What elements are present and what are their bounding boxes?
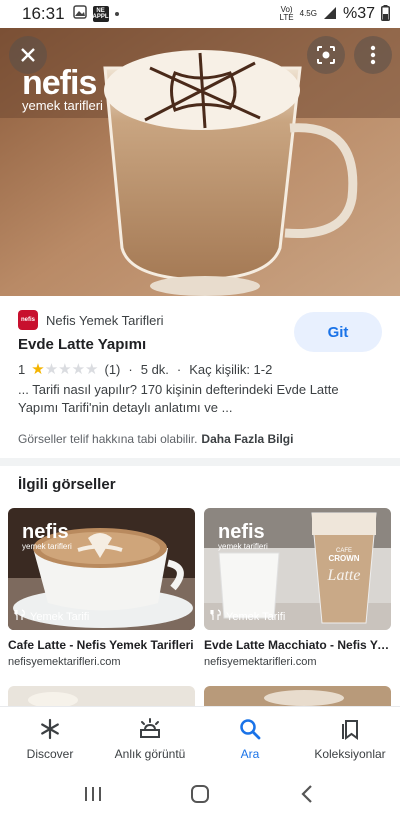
cup-label-script: Latte bbox=[327, 567, 361, 584]
related-image[interactable]: nefis yemek tarifleri Yemek Tarifi bbox=[8, 508, 195, 630]
cup-label-mid: CROWN bbox=[328, 554, 359, 563]
nav-discover[interactable]: Discover bbox=[0, 707, 100, 770]
status-right: Vo) LTE 4.5G %37 bbox=[279, 4, 390, 24]
result-description: ... Tarifi nasıl yapılır? 170 kişinin de… bbox=[18, 382, 339, 415]
network-type: 4.5G bbox=[299, 9, 317, 18]
lens-button[interactable] bbox=[307, 36, 345, 74]
close-button[interactable] bbox=[9, 36, 47, 74]
home-button[interactable] bbox=[180, 776, 220, 816]
visit-button[interactable]: Git bbox=[294, 312, 382, 352]
servings: Kaç kişilik: 1-2 bbox=[189, 362, 273, 377]
collections-icon bbox=[338, 717, 362, 741]
related-image[interactable]: CAFE CROWN Latte nefis yemek tarifleri Y… bbox=[204, 508, 391, 630]
hero-watermark: nefis yemek tarifleri bbox=[22, 64, 103, 113]
dot-icon bbox=[114, 12, 119, 16]
star-icon: ★ bbox=[31, 360, 45, 378]
battery-icon bbox=[381, 4, 390, 24]
signal-icon bbox=[323, 6, 337, 23]
section-divider bbox=[0, 458, 400, 466]
result-meta: 1 ★ ★ ★ ★ ★ (1) · 5 dk. · Kaç kişilik: 1… bbox=[18, 360, 273, 378]
card-watermark: nefis yemek tarifleri bbox=[218, 521, 268, 551]
star-icon: ★ bbox=[58, 360, 72, 378]
related-title: İlgili görseller bbox=[18, 476, 116, 493]
separator: · bbox=[128, 362, 133, 377]
nav-collections[interactable]: Koleksiyonlar bbox=[300, 707, 400, 770]
back-icon bbox=[301, 784, 313, 809]
status-time: 16:31 bbox=[22, 4, 65, 23]
nav-snapshot[interactable]: Anlık görüntü bbox=[100, 707, 200, 770]
gallery-icon bbox=[72, 4, 87, 24]
source-name[interactable]: Nefis Yemek Tarifleri bbox=[46, 313, 164, 328]
related-image-partial[interactable] bbox=[204, 686, 391, 706]
recent-apps-icon bbox=[84, 786, 102, 807]
rating-count: (1) bbox=[104, 362, 121, 377]
rating-value: 1 bbox=[18, 362, 26, 377]
rating-stars: ★ ★ ★ ★ ★ bbox=[31, 360, 99, 378]
related-card[interactable]: CAFE CROWN Latte nefis yemek tarifleri Y… bbox=[204, 508, 391, 668]
related-title-text[interactable]: Cafe Latte - Nefis Yemek Tarifleri bbox=[8, 638, 195, 652]
nav-search[interactable]: Ara bbox=[200, 707, 300, 770]
home-icon bbox=[190, 784, 210, 809]
app-badge-icon: NE APPL bbox=[92, 6, 109, 22]
related-image-partial[interactable] bbox=[8, 686, 195, 706]
asterisk-icon bbox=[38, 717, 62, 741]
bottom-navigation: Discover Anlık görüntü Ara Koleksiyonlar bbox=[0, 706, 400, 770]
search-icon bbox=[238, 717, 262, 741]
card-tag: Yemek Tarifi bbox=[14, 609, 89, 624]
duration: 5 dk. bbox=[140, 362, 169, 377]
source-row[interactable]: nefis Nefis Yemek Tarifleri bbox=[18, 310, 164, 330]
star-icon: ★ bbox=[44, 360, 59, 378]
hero-image[interactable]: nefis yemek tarifleri bbox=[0, 28, 400, 296]
network-indicator: Vo) LTE bbox=[279, 5, 294, 22]
recent-apps-button[interactable] bbox=[73, 776, 113, 816]
lens-icon bbox=[316, 45, 336, 65]
related-title-text[interactable]: Evde Latte Macchiato - Nefis Yemek Tarif… bbox=[204, 638, 391, 652]
status-bar: 16:31 NE APPL Vo) LTE 4.5G %37 bbox=[0, 0, 400, 28]
close-icon bbox=[20, 47, 36, 63]
system-navigation bbox=[0, 770, 400, 822]
star-icon: ★ bbox=[85, 360, 99, 378]
source-logo: nefis bbox=[18, 310, 38, 330]
star-icon: ★ bbox=[71, 360, 86, 378]
separator: · bbox=[176, 362, 182, 377]
more-info-link[interactable]: Daha Fazla Bilgi bbox=[201, 432, 293, 446]
battery-text: %37 bbox=[342, 5, 375, 22]
fork-knife-icon bbox=[14, 609, 26, 624]
card-tag: Yemek Tarifi bbox=[210, 609, 285, 624]
copyright-notice: Görseller telif hakkına tabi olabilir. Da… bbox=[18, 432, 294, 446]
card-watermark: nefis yemek tarifleri bbox=[22, 521, 72, 551]
related-card[interactable]: nefis yemek tarifleri Yemek Tarifi Cafe … bbox=[8, 508, 195, 668]
more-options-button[interactable] bbox=[354, 36, 392, 74]
snapshot-icon bbox=[138, 717, 162, 741]
more-vert-icon bbox=[370, 45, 376, 65]
result-title[interactable]: Evde Latte Yapımı bbox=[18, 336, 146, 353]
related-domain: nefisyemektarifleri.com bbox=[8, 656, 121, 668]
related-domain: nefisyemektarifleri.com bbox=[204, 656, 317, 668]
fork-knife-icon bbox=[210, 609, 222, 624]
back-button[interactable] bbox=[287, 776, 327, 816]
